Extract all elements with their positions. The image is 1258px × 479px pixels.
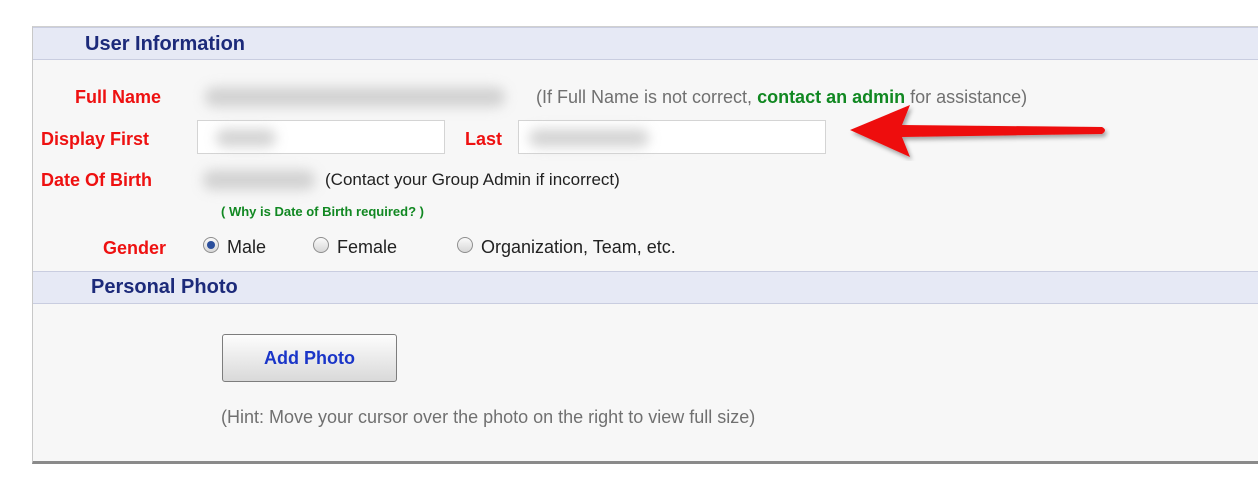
dob-note: (Contact your Group Admin if incorrect)	[325, 170, 620, 189]
user-form-panel: User Information Full Name (If Full Name…	[32, 26, 1258, 464]
photo-hint: (Hint: Move your cursor over the photo o…	[221, 407, 756, 427]
gender-organization-label[interactable]: Organization, Team, etc.	[481, 237, 676, 258]
full-name-label: Full Name	[75, 87, 162, 107]
personal-photo-header: Personal Photo	[33, 271, 1258, 304]
display-last-value-redacted	[529, 129, 649, 147]
user-information-title: User Information	[85, 33, 246, 55]
full-name-value-redacted	[205, 87, 505, 107]
gender-label: Gender	[103, 238, 167, 258]
display-first-label: Display First	[41, 129, 150, 149]
add-photo-button[interactable]: Add Photo	[222, 334, 397, 382]
gender-male-label[interactable]: Male	[227, 237, 266, 258]
display-last-input[interactable]	[518, 120, 826, 154]
display-first-input[interactable]	[197, 120, 445, 154]
display-last-label: Last	[465, 129, 503, 149]
gender-male-radio[interactable]	[203, 237, 219, 253]
gender-organization-radio[interactable]	[457, 237, 473, 253]
display-first-value-redacted	[216, 129, 276, 147]
gender-female-radio[interactable]	[313, 237, 329, 253]
user-information-header: User Information	[33, 27, 1258, 60]
red-arrow-annotation	[850, 105, 1105, 157]
full-name-note-prefix: (If Full Name is not correct,	[536, 87, 758, 107]
dob-value-redacted	[203, 170, 315, 190]
gender-female-label[interactable]: Female	[337, 237, 397, 258]
dob-label: Date Of Birth	[41, 170, 153, 190]
personal-photo-title: Personal Photo	[91, 276, 238, 298]
why-dob-link[interactable]: ( Why is Date of Birth required? )	[221, 204, 424, 219]
